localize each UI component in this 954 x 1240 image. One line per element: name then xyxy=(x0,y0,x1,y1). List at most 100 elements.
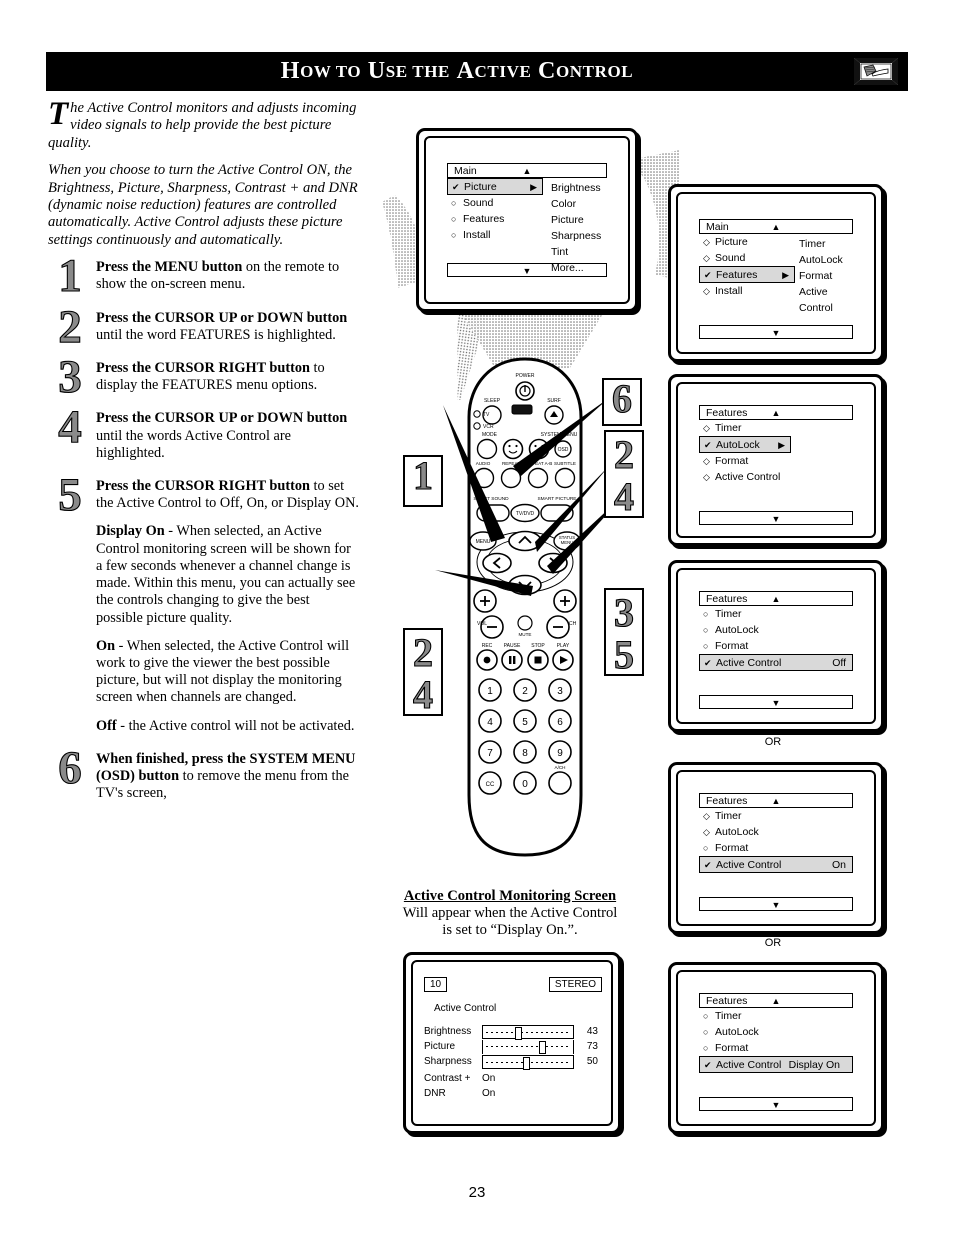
osd-item-format[interactable]: ○ Format xyxy=(699,1040,853,1056)
osd-item-picture-marker: ✔ xyxy=(452,181,460,192)
svg-text:CC: CC xyxy=(486,782,495,788)
callout-4-number-left: 4 xyxy=(412,672,433,717)
osd-item-active-control[interactable]: ✔ Active Control Off xyxy=(699,654,853,671)
step-1-bold: Press the MENU button xyxy=(96,259,243,276)
manual-page: How to Use the Active Control HOW TO USE… xyxy=(0,0,954,1240)
picture-slider[interactable] xyxy=(482,1039,574,1054)
osd-item-install-label: Install xyxy=(463,229,491,241)
osd-item-sound-label: Sound xyxy=(463,197,494,209)
scroll-down-icon: ▼ xyxy=(771,514,781,524)
svg-text:0: 0 xyxy=(522,779,528,790)
scroll-down-icon: ▼ xyxy=(771,698,781,708)
svg-text:A/CH: A/CH xyxy=(555,765,566,770)
osd-title-row: Main ▲ xyxy=(699,219,853,234)
osd-item-features[interactable]: ✔ Features ▶ xyxy=(699,266,795,283)
osd-item-autolock[interactable]: ✔ AutoLock ▶ xyxy=(699,436,791,453)
osd-item-format[interactable]: ○ Format xyxy=(699,638,853,654)
osd-item-active-control-label: Active Control xyxy=(716,656,782,669)
step-6-number: 6 xyxy=(58,741,83,794)
slider-knob[interactable] xyxy=(515,1026,523,1040)
osd-sub-autolock[interactable]: AutoLock xyxy=(799,252,853,268)
monitoring-row-brightness-value: 43 xyxy=(586,1026,598,1037)
osd-item-active-control-value: Display On xyxy=(788,1058,840,1071)
osd-scroll-down-row[interactable]: ▼ xyxy=(699,325,853,339)
monitoring-row-contrast-label: Contrast + xyxy=(424,1073,471,1084)
slider-knob[interactable] xyxy=(538,1040,546,1054)
osd-sub-sharpness[interactable]: Sharpness xyxy=(551,228,601,244)
osd-item-format[interactable]: ◇ Format xyxy=(699,453,853,469)
step-3-text: Press the CURSOR RIGHT button to display… xyxy=(96,360,360,394)
audio-mode-badge: STEREO xyxy=(548,977,602,992)
step-2-rest: until the word FEATURES is highlighted. xyxy=(96,326,336,343)
osd-item-autolock[interactable]: ○ AutoLock xyxy=(699,622,853,638)
osd-item-format[interactable]: ○ Format xyxy=(699,840,853,856)
osd-title-label: Features xyxy=(706,593,748,605)
osd-title-row: Features ▲ xyxy=(699,591,853,606)
osd-scroll-down-row[interactable]: ▼ xyxy=(699,511,853,525)
osd-item-autolock-marker: ✔ xyxy=(704,439,712,450)
osd-item-active-control-marker: ◇ xyxy=(703,472,710,482)
osd-item-active-control[interactable]: ✔ Active Control On xyxy=(699,856,853,873)
slider-knob[interactable] xyxy=(522,1056,530,1070)
scroll-down-icon: ▼ xyxy=(771,1100,781,1110)
osd-scroll-down-row[interactable]: ▼ xyxy=(699,897,853,911)
osd-scroll-down-row[interactable]: ▼ xyxy=(699,1097,853,1111)
osd-sub-active-control[interactable]: Active Control xyxy=(799,284,853,314)
svg-text:4: 4 xyxy=(487,717,493,728)
sharpness-slider[interactable] xyxy=(482,1054,574,1070)
step-2: 2 Press the CURSOR UP or DOWN button unt… xyxy=(48,303,360,351)
monitoring-heading: Active Control xyxy=(434,1003,497,1014)
substep-off-term: Off xyxy=(96,717,117,734)
osd-main-picture: Main ▲ ✔ Picture ▶ ○ Sound ○ Features ○ … xyxy=(447,163,607,277)
osd-item-timer[interactable]: ◇ Timer xyxy=(699,420,853,436)
osd-features-autolock: Features ▲ ◇ Timer ✔ AutoLock ▶ ◇ Format… xyxy=(699,405,853,525)
step-4-bold: Press the CURSOR UP or DOWN button xyxy=(96,410,348,427)
svg-text:9: 9 xyxy=(557,748,563,759)
tv-screen-features-off: Features ▲ ○ Timer ○ AutoLock ○ Format ✔… xyxy=(668,560,884,732)
scroll-down-icon: ▼ xyxy=(771,900,781,910)
step-4-number: 4 xyxy=(58,401,83,454)
osd-sub-brightness[interactable]: Brightness xyxy=(551,180,601,196)
osd-item-timer[interactable]: ◇ Timer xyxy=(699,808,853,824)
osd-item-sound-marker: ○ xyxy=(451,198,457,208)
intro-text: The Active Control monitors and adjusts … xyxy=(48,98,360,249)
or-label-1: OR xyxy=(668,736,878,748)
osd-sub-more[interactable]: More... xyxy=(551,260,601,276)
osd-sub-picture[interactable]: Picture xyxy=(551,212,601,228)
monitoring-row-sharpness-label: Sharpness xyxy=(424,1056,472,1067)
osd-scroll-down-row[interactable]: ▼ xyxy=(699,695,853,709)
monitoring-row-picture-value: 73 xyxy=(586,1041,598,1052)
osd-item-timer-marker: ◇ xyxy=(703,811,710,821)
osd-sub-tint[interactable]: Tint xyxy=(551,244,601,260)
osd-item-autolock-label: AutoLock xyxy=(715,624,759,636)
osd-item-active-control[interactable]: ◇ Active Control xyxy=(699,469,853,485)
osd-item-autolock[interactable]: ◇ AutoLock xyxy=(699,824,853,840)
osd-item-timer-label: Timer xyxy=(715,810,742,822)
callout-5-number: 5 xyxy=(613,632,634,677)
osd-features-off: Features ▲ ○ Timer ○ AutoLock ○ Format ✔… xyxy=(699,591,853,709)
monitoring-row-brightness-label: Brightness xyxy=(424,1026,472,1037)
step-2-number: 2 xyxy=(58,300,83,353)
step-4-rest: until the words Active Control are highl… xyxy=(96,427,291,461)
page-title: How to Use the Active Control HOW TO USE… xyxy=(280,58,634,84)
monitoring-row-brightness: Brightness 43 xyxy=(424,1024,602,1040)
scroll-up-icon: ▲ xyxy=(771,796,781,806)
osd-title-row: Features ▲ xyxy=(699,993,853,1008)
step-2-bold: Press the CURSOR UP or DOWN button xyxy=(96,309,348,326)
chevron-right-icon: ▶ xyxy=(782,269,789,280)
osd-item-timer[interactable]: ○ Timer xyxy=(699,1008,853,1024)
osd-item-active-control[interactable]: ✔ Active Control Display On xyxy=(699,1056,853,1073)
osd-item-picture-label: Picture xyxy=(715,236,748,248)
osd-item-picture[interactable]: ✔ Picture ▶ xyxy=(447,178,543,195)
step-3-bold: Press the CURSOR RIGHT button xyxy=(96,360,310,377)
osd-item-autolock[interactable]: ○ AutoLock xyxy=(699,1024,853,1040)
osd-item-autolock-marker: ◇ xyxy=(703,827,710,837)
osd-item-timer[interactable]: ○ Timer xyxy=(699,606,853,622)
osd-item-timer-label: Timer xyxy=(715,422,742,434)
osd-sub-timer[interactable]: Timer xyxy=(799,236,853,252)
substep-display-on: Display On - When selected, an Active Co… xyxy=(48,523,360,626)
osd-sub-format[interactable]: Format xyxy=(799,268,853,284)
osd-sub-color[interactable]: Color xyxy=(551,196,601,212)
substep-display-on-term: Display On xyxy=(96,523,165,540)
brightness-slider[interactable] xyxy=(482,1024,574,1040)
